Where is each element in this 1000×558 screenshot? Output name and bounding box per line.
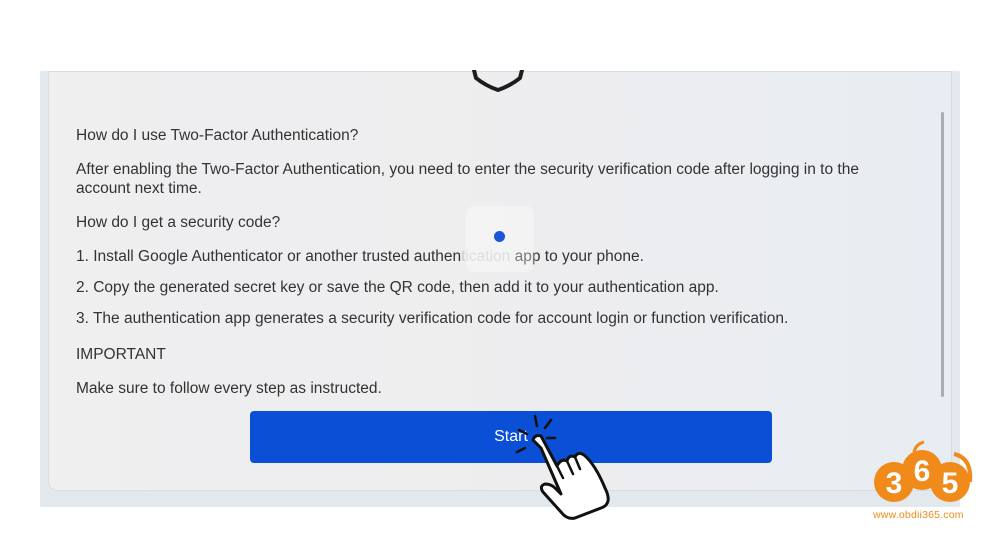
shield-icon — [472, 70, 524, 92]
important-note: Make sure to follow every step as instru… — [76, 380, 382, 397]
answer-how-to-use: After enabling the Two-Factor Authentica… — [76, 161, 859, 197]
logo-digit-6: 6 — [914, 455, 931, 488]
logo-digit-3: 3 — [886, 467, 903, 500]
loading-spinner-icon — [494, 231, 505, 242]
watermark-url: www.obdii365.com — [873, 509, 964, 521]
step-2: 2. Copy the generated secret key or save… — [76, 279, 719, 296]
question-get-code: How do I get a security code? — [76, 214, 281, 231]
step-1: 1. Install Google Authenticator or anoth… — [76, 247, 644, 266]
dialog-scrollbar[interactable] — [941, 112, 944, 397]
step-1-text-start: 1. Install Google Authenticator or anoth… — [76, 248, 462, 265]
logo-digit-5: 5 — [942, 467, 959, 500]
step-3: 3. The authentication app generates a se… — [76, 310, 789, 327]
important-heading: IMPORTANT — [76, 346, 166, 363]
question-how-to-use: How do I use Two-Factor Authentication? — [76, 127, 359, 144]
tapping-hand-icon — [515, 414, 610, 520]
